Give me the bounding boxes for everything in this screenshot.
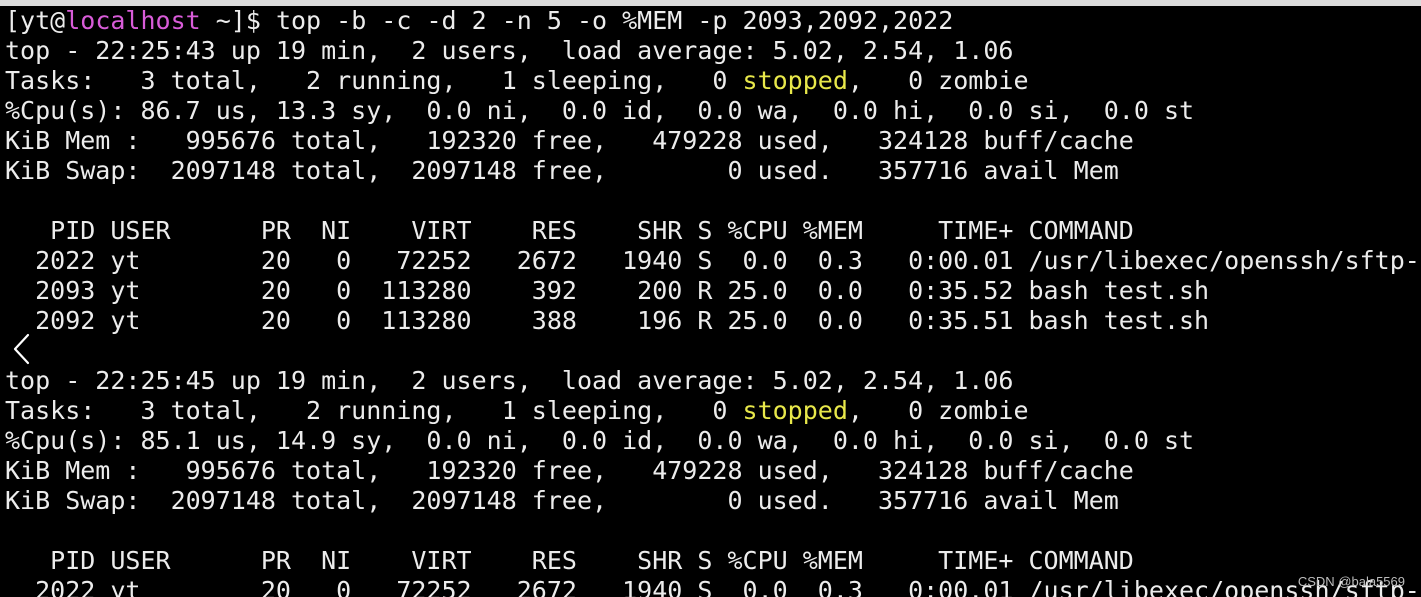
cpu-line: %Cpu(s): 85.1 us, 14.9 sy, 0.0 ni, 0.0 i… (5, 426, 1195, 455)
terminal-output[interactable]: [yt@localhost ~]$ top -b -c -d 2 -n 5 -o… (5, 6, 1421, 597)
tasks-line: Tasks: 3 total, 2 running, 1 sleeping, 0… (5, 66, 1421, 96)
tasks-stopped-label: stopped (742, 396, 848, 425)
tasks-text-end: , 0 zombie (847, 396, 1029, 425)
process-table-header: PID USER PR NI VIRT RES SHR S %CPU %MEM … (5, 546, 1134, 575)
prompt-command: ~]$ top -b -c -d 2 -n 5 -o %MEM -p 2093,… (200, 6, 954, 35)
swap-line: KiB Swap: 2097148 total, 2097148 free, 0… (5, 486, 1119, 515)
process-table-header: PID USER PR NI VIRT RES SHR S %CPU %MEM … (5, 216, 1134, 245)
prompt-host: localhost (65, 6, 201, 35)
process-row: 2022 yt 20 0 72252 2672 1940 S 0.0 0.3 0… (5, 576, 1421, 597)
command-prompt-line: [yt@localhost ~]$ top -b -c -d 2 -n 5 -o… (5, 6, 1421, 36)
tasks-line: Tasks: 3 total, 2 running, 1 sleeping, 0… (5, 396, 1421, 426)
chevron-left-icon-graphic (13, 333, 30, 365)
process-row: 2093 yt 20 0 113280 392 200 R 25.0 0.0 0… (5, 276, 1210, 305)
chevron-left-icon[interactable] (10, 332, 34, 366)
mem-line: KiB Mem : 995676 total, 192320 free, 479… (5, 456, 1134, 485)
process-row: 2092 yt 20 0 113280 388 196 R 25.0 0.0 0… (5, 306, 1210, 335)
tasks-text: Tasks: 3 total, 2 running, 1 sleeping, 0 (5, 66, 743, 95)
swap-line: KiB Swap: 2097148 total, 2097148 free, 0… (5, 156, 1119, 185)
mem-line: KiB Mem : 995676 total, 192320 free, 479… (5, 126, 1134, 155)
tasks-stopped-label: stopped (742, 66, 848, 95)
prompt-user: [yt@ (5, 6, 66, 35)
watermark: CSDN @bala5569 (1297, 574, 1405, 589)
tasks-text-end: , 0 zombie (847, 66, 1029, 95)
process-row: 2022 yt 20 0 72252 2672 1940 S 0.0 0.3 0… (5, 246, 1421, 275)
cpu-line: %Cpu(s): 86.7 us, 13.3 sy, 0.0 ni, 0.0 i… (5, 96, 1195, 125)
tasks-text: Tasks: 3 total, 2 running, 1 sleeping, 0 (5, 396, 743, 425)
top-summary-line: top - 22:25:45 up 19 min, 2 users, load … (5, 366, 1014, 395)
top-summary-line: top - 22:25:43 up 19 min, 2 users, load … (5, 36, 1014, 65)
